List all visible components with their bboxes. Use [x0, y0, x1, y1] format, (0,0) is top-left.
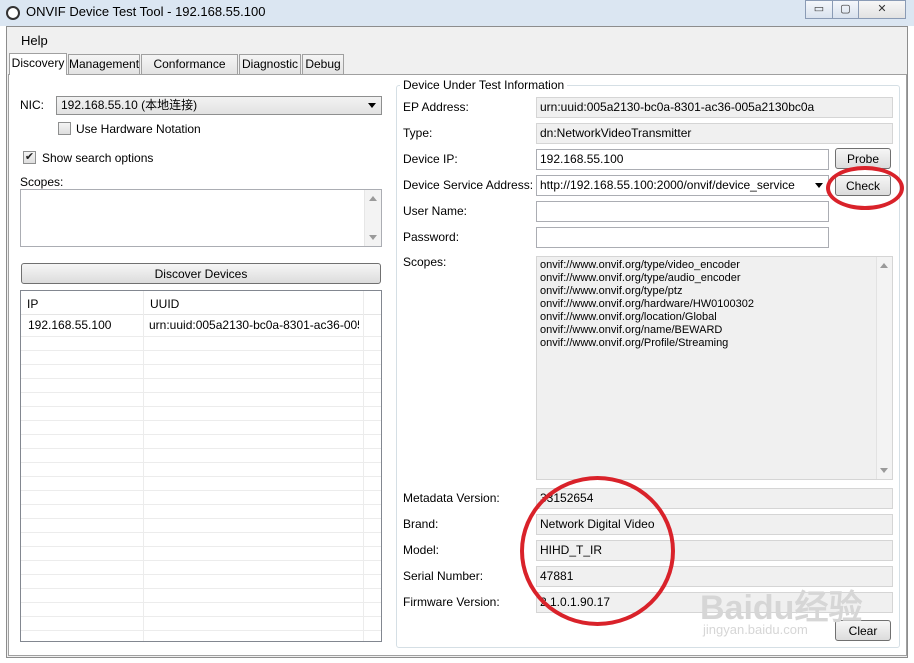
brand-label: Brand: — [403, 517, 439, 531]
brand-field[interactable]: Network Digital Video — [536, 514, 893, 535]
type-field[interactable]: dn:NetworkVideoTransmitter — [536, 123, 893, 144]
ep-address-label: EP Address: — [403, 100, 469, 114]
row-divider — [21, 420, 381, 421]
scope-item: onvif://www.onvif.org/Profile/Streaming — [540, 337, 729, 349]
scopes-filter-label: Scopes: — [20, 175, 64, 189]
metadata-version-label: Metadata Version: — [403, 491, 500, 505]
model-label: Model: — [403, 543, 440, 557]
device-ip-input[interactable]: 192.168.55.100 — [536, 149, 829, 170]
model-field[interactable]: HIHD_T_IR — [536, 540, 893, 561]
show-search-options-label: Show search options — [42, 151, 154, 165]
table-row[interactable]: 192.168.55.100 urn:uuid:005a2130-bc0a-83… — [21, 315, 381, 336]
user-name-input[interactable] — [536, 201, 829, 222]
nic-select[interactable]: 192.168.55.10 (本地连接) — [56, 96, 382, 115]
password-label: Password: — [403, 230, 460, 244]
scroll-down-icon — [369, 235, 377, 240]
close-button[interactable]: ✕ — [858, 0, 906, 19]
row-divider — [21, 630, 381, 631]
row-divider — [21, 434, 381, 435]
nic-value: 192.168.55.10 (本地连接) — [61, 98, 198, 112]
row-divider — [21, 364, 381, 365]
scope-item: onvif://www.onvif.org/type/video_encoder — [540, 259, 740, 271]
dut-scopes-label: Scopes: — [403, 255, 447, 269]
tab-discovery[interactable]: Discovery — [9, 53, 67, 75]
scope-item: onvif://www.onvif.org/type/ptz — [540, 285, 683, 297]
scope-item: onvif://www.onvif.org/location/Global — [540, 311, 717, 323]
discover-devices-button[interactable]: Discover Devices — [21, 263, 381, 284]
app-icon — [6, 6, 20, 20]
row-divider — [21, 546, 381, 547]
maximize-icon: ▢ — [840, 3, 851, 15]
tab-conformance-test[interactable]: Conformance Test — [141, 54, 238, 89]
metadata-version-field[interactable]: 33152654 — [536, 488, 893, 509]
user-name-label: User Name: — [403, 204, 468, 218]
probe-button[interactable]: Probe — [835, 148, 891, 169]
dut-scopes-scrollbar[interactable] — [876, 257, 892, 479]
baidu-watermark-url: jingyan.baidu.com — [703, 622, 808, 637]
close-icon: ✕ — [877, 3, 887, 15]
device-service-address-value: http://192.168.55.100:2000/onvif/device_… — [540, 178, 795, 192]
dut-group-title: Device Under Test Information — [400, 78, 568, 92]
scroll-up-icon — [369, 196, 377, 201]
device-uuid-cell: urn:uuid:005a2130-bc0a-8301-ac36-005a... — [149, 318, 359, 332]
use-hardware-notation-checkbox[interactable] — [58, 122, 71, 135]
row-divider — [21, 504, 381, 505]
row-divider — [21, 588, 381, 589]
devices-list-header — [21, 291, 381, 315]
device-ip-cell: 192.168.55.100 — [28, 318, 112, 332]
device-service-address-select[interactable]: http://192.168.55.100:2000/onvif/device_… — [536, 175, 829, 196]
row-divider — [21, 560, 381, 561]
chevron-down-icon — [815, 183, 823, 188]
row-divider — [21, 462, 381, 463]
device-ip-label: Device IP: — [403, 152, 458, 166]
row-divider — [21, 602, 381, 603]
use-hardware-notation-label: Use Hardware Notation — [76, 122, 201, 136]
scope-item: onvif://www.onvif.org/name/BEWARD — [540, 324, 723, 336]
menu-bar — [7, 30, 907, 52]
chevron-down-icon — [368, 103, 376, 108]
row-divider — [21, 392, 381, 393]
row-divider — [21, 476, 381, 477]
tab-management[interactable]: Management — [68, 54, 140, 74]
firmware-version-label: Firmware Version: — [403, 595, 500, 609]
row-divider — [21, 532, 381, 533]
device-service-address-label: Device Service Address: — [403, 178, 534, 192]
show-search-options-checkbox[interactable]: ✔ — [23, 151, 36, 164]
row-divider — [21, 378, 381, 379]
row-divider — [21, 518, 381, 519]
type-label: Type: — [403, 126, 433, 140]
menu-help[interactable]: Help — [21, 33, 48, 48]
nic-label: NIC: — [20, 98, 44, 112]
row-divider — [21, 406, 381, 407]
password-input[interactable] — [536, 227, 829, 248]
row-divider — [21, 336, 381, 337]
ep-address-field[interactable]: urn:uuid:005a2130-bc0a-8301-ac36-005a213… — [536, 97, 893, 118]
scopes-filter-input[interactable] — [20, 189, 382, 247]
row-divider — [21, 350, 381, 351]
devices-list — [20, 290, 382, 642]
row-divider — [21, 448, 381, 449]
tab-debug[interactable]: Debug — [302, 54, 344, 74]
column-header-uuid[interactable]: UUID — [150, 297, 179, 311]
scope-item: onvif://www.onvif.org/type/audio_encoder — [540, 272, 741, 284]
check-button[interactable]: Check — [835, 175, 891, 196]
row-divider — [21, 574, 381, 575]
minimize-icon: ▭ — [813, 3, 825, 15]
row-divider — [21, 490, 381, 491]
row-divider — [21, 616, 381, 617]
scope-item: onvif://www.onvif.org/hardware/HW0100302 — [540, 298, 754, 310]
minimize-button[interactable]: ▭ — [805, 0, 833, 19]
column-header-ip[interactable]: IP — [27, 297, 38, 311]
scroll-up-icon — [880, 263, 888, 268]
scroll-down-icon — [880, 468, 888, 473]
window-title: ONVIF Device Test Tool - 192.168.55.100 — [26, 4, 266, 19]
maximize-button[interactable]: ▢ — [832, 0, 859, 19]
serial-number-label: Serial Number: — [403, 569, 484, 583]
tab-diagnostic[interactable]: Diagnostic — [239, 54, 301, 74]
